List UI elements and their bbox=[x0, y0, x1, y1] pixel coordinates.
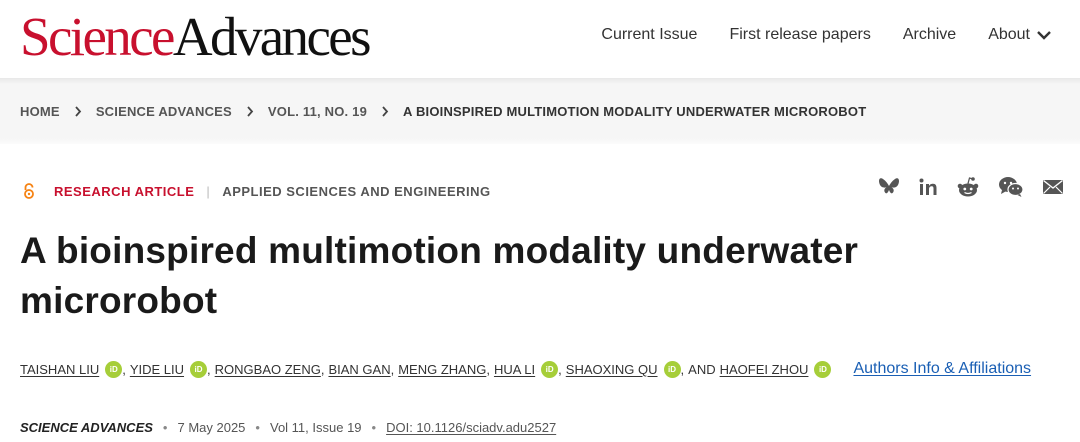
orcid-icon[interactable]: iD bbox=[105, 360, 123, 378]
nav-about-label: About bbox=[988, 26, 1030, 43]
orcid-icon[interactable]: iD bbox=[663, 360, 681, 378]
chevron-down-icon bbox=[1037, 31, 1051, 40]
authors-info-affiliations-link[interactable]: Authors Info & Affiliations bbox=[853, 360, 1031, 378]
article-title: A bioinspired multimotion modality under… bbox=[20, 226, 980, 326]
author-name[interactable]: SHAOXING QU bbox=[566, 362, 658, 377]
journal-name[interactable]: SCIENCE ADVANCES bbox=[20, 420, 153, 435]
site-header: ScienceAdvances Current Issue First rele… bbox=[0, 0, 1080, 78]
author-name[interactable]: BIAN GAN bbox=[328, 362, 390, 377]
chevron-right-icon bbox=[75, 106, 82, 117]
separator-dot: • bbox=[162, 420, 168, 435]
publication-date: 7 May 2025 bbox=[177, 420, 246, 435]
author-name[interactable]: TAISHAN LIU bbox=[20, 362, 99, 377]
logo-advances: Advances bbox=[172, 6, 372, 67]
chevron-right-icon bbox=[382, 106, 389, 117]
comma: , bbox=[122, 361, 126, 377]
chevron-right-icon bbox=[247, 106, 254, 117]
reddit-icon[interactable] bbox=[956, 176, 980, 198]
main-nav: Current Issue First release papers Archi… bbox=[569, 26, 1052, 44]
article-type[interactable]: RESEARCH ARTICLE bbox=[54, 184, 194, 199]
author-list: TAISHAN LIU iD, YIDE LIU iD, RONGBAO ZEN… bbox=[20, 360, 1031, 378]
doi-link[interactable]: DOI: 10.1126/sciadv.adu2527 bbox=[386, 420, 556, 435]
nav-current-issue[interactable]: Current Issue bbox=[601, 26, 697, 44]
comma: , bbox=[207, 361, 211, 377]
author-and: AND bbox=[688, 361, 716, 377]
volume-issue[interactable]: Vol 11, Issue 19 bbox=[270, 420, 362, 435]
breadcrumb-journal[interactable]: SCIENCE ADVANCES bbox=[96, 104, 232, 119]
nav-first-release-papers[interactable]: First release papers bbox=[729, 26, 870, 44]
nav-about[interactable]: About bbox=[988, 26, 1052, 44]
article-title-line-1: A bioinspired multimotion modality under… bbox=[20, 230, 859, 271]
author-name[interactable]: RONGBAO ZENG bbox=[215, 362, 321, 377]
separator-dot: • bbox=[371, 420, 377, 435]
open-access-icon bbox=[24, 183, 34, 199]
article-title-line-2: microrobot bbox=[20, 280, 218, 321]
orcid-icon[interactable]: iD bbox=[190, 360, 208, 378]
separator-dot: • bbox=[255, 420, 260, 435]
wechat-icon[interactable] bbox=[998, 176, 1024, 198]
author-name[interactable]: YIDE LIU bbox=[130, 362, 184, 377]
nav-archive[interactable]: Archive bbox=[903, 26, 956, 44]
comma: , bbox=[680, 361, 685, 377]
comma: , bbox=[486, 361, 490, 377]
orcid-icon[interactable]: iD bbox=[814, 360, 832, 378]
share-toolbar bbox=[860, 176, 1064, 198]
separator: | bbox=[206, 183, 211, 199]
author-name[interactable]: HUA LI bbox=[494, 362, 535, 377]
logo-science: Science bbox=[20, 6, 175, 67]
comma: , bbox=[390, 361, 395, 377]
author-name[interactable]: HAOFEI ZHOU bbox=[720, 362, 809, 377]
site-logo[interactable]: ScienceAdvances bbox=[20, 6, 372, 68]
linkedin-icon[interactable] bbox=[918, 177, 938, 197]
citation-line: SCIENCE ADVANCES • 7 May 2025 • Vol 11, … bbox=[20, 420, 556, 435]
comma: , bbox=[558, 361, 562, 377]
comma: , bbox=[320, 361, 325, 377]
orcid-icon[interactable]: iD bbox=[541, 360, 559, 378]
breadcrumb: HOME SCIENCE ADVANCES VOL. 11, NO. 19 A … bbox=[20, 104, 866, 119]
bluesky-icon[interactable] bbox=[878, 177, 900, 197]
article-subject[interactable]: APPLIED SCIENCES AND ENGINEERING bbox=[222, 184, 490, 199]
author-name[interactable]: MENG ZHANG bbox=[398, 362, 486, 377]
breadcrumb-home[interactable]: HOME bbox=[20, 104, 60, 119]
article-meta: RESEARCH ARTICLE | APPLIED SCIENCES AND … bbox=[20, 182, 491, 200]
breadcrumb-issue[interactable]: VOL. 11, NO. 19 bbox=[268, 104, 367, 119]
email-icon[interactable] bbox=[1042, 179, 1064, 195]
breadcrumb-current-article: A BIOINSPIRED MULTIMOTION MODALITY UNDER… bbox=[403, 104, 867, 119]
breadcrumb-bar: HOME SCIENCE ADVANCES VOL. 11, NO. 19 A … bbox=[0, 78, 1080, 144]
